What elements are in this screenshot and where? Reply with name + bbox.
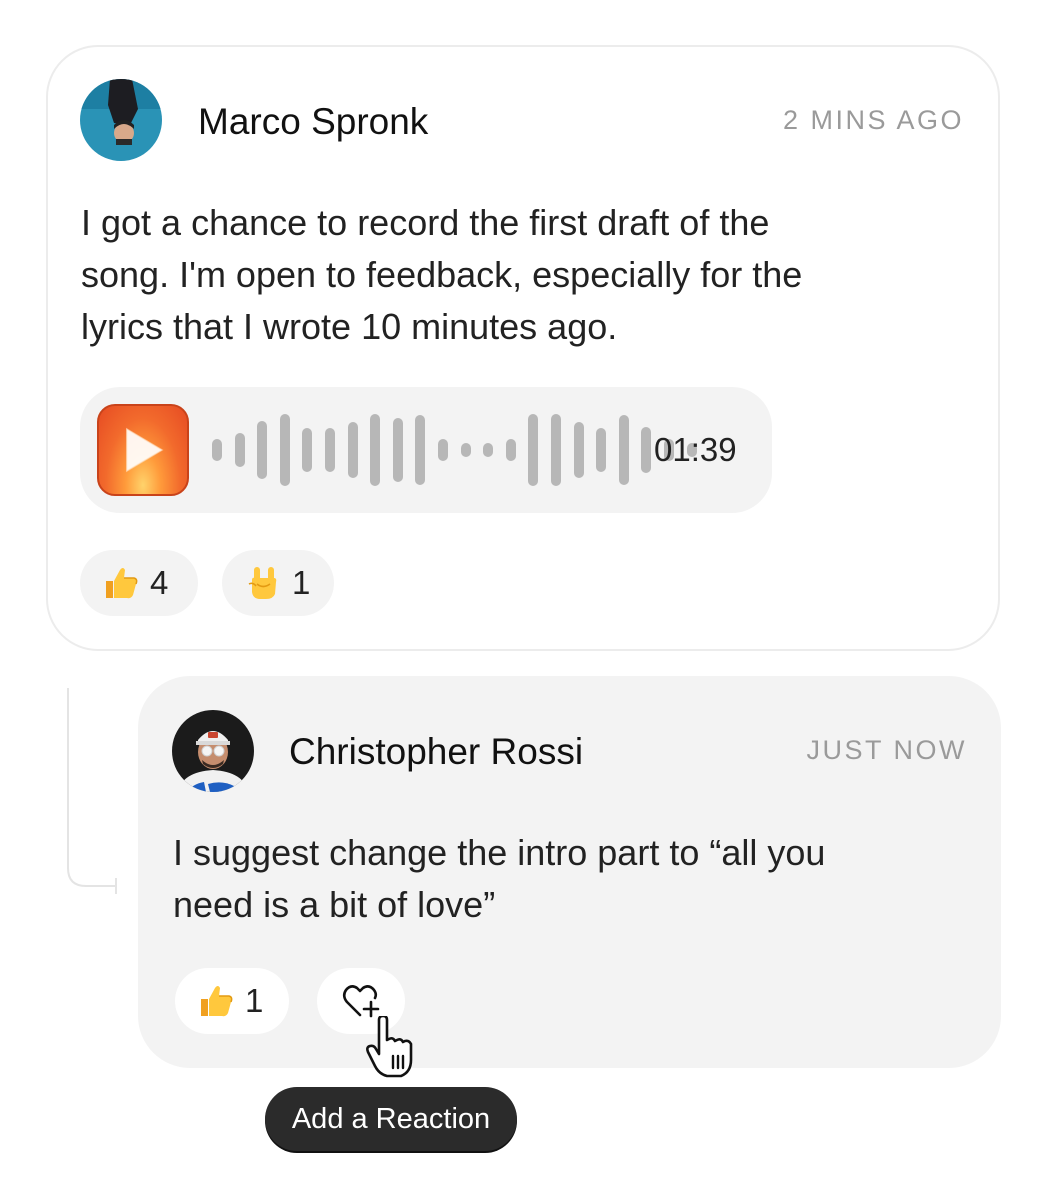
- thread-connector: [67, 688, 117, 894]
- heart-plus-icon: [342, 985, 380, 1018]
- reaction-thumbs-up[interactable]: 4: [80, 550, 198, 616]
- comment-line: lyrics that I wrote 10 minutes ago.: [81, 306, 618, 347]
- reply-body: I suggest change the intro part to “all …: [173, 827, 825, 931]
- waveform-bar: [370, 414, 381, 486]
- waveform-bar: [460, 443, 471, 457]
- reaction-count: 4: [150, 564, 169, 601]
- reaction-count: 1: [245, 982, 264, 1019]
- audio-duration: 01:39: [654, 431, 737, 468]
- comment-body: I got a chance to record the first draft…: [81, 197, 802, 353]
- comment-timestamp: 2 MINS AGO: [782, 105, 964, 135]
- comment-author[interactable]: Marco Spronk: [198, 100, 428, 144]
- waveform-bar: [573, 422, 584, 478]
- waveform-bar: [528, 414, 539, 486]
- thumbs-up-icon: [106, 568, 138, 599]
- play-button[interactable]: [97, 404, 189, 496]
- waveform-bar: [551, 414, 561, 486]
- avatar-christopher[interactable]: [172, 710, 254, 792]
- hand-pointer-cursor-icon: [366, 1016, 413, 1078]
- waveform-bar: [302, 428, 313, 472]
- reply-reaction-thumbs-up[interactable]: 1: [175, 968, 289, 1034]
- reply-author[interactable]: Christopher Rossi: [289, 730, 583, 774]
- reply-line: I suggest change the intro part to “all …: [173, 832, 826, 873]
- reply-line: need is a bit of love”: [173, 884, 496, 925]
- reply-timestamp: JUST NOW: [806, 735, 967, 765]
- waveform-bar: [415, 415, 426, 485]
- thumbs-up-icon: [201, 986, 233, 1017]
- waveform-bar: [618, 415, 629, 485]
- audio-waveform[interactable]: [212, 387, 697, 513]
- reaction-count: 1: [292, 564, 311, 601]
- waveform-bar: [483, 443, 494, 457]
- waveform-bar: [641, 427, 652, 473]
- rock-on-icon: [248, 567, 277, 599]
- comment-line: I got a chance to record the first draft…: [81, 202, 770, 243]
- waveform-bar: [505, 439, 516, 461]
- waveform-bar: [392, 418, 403, 482]
- waveform-bar: [438, 439, 448, 461]
- avatar-image: [172, 710, 254, 792]
- avatar-image: [80, 79, 162, 161]
- avatar-marco[interactable]: [80, 79, 162, 161]
- waveform-bar: [257, 421, 268, 479]
- waveform-bar: [212, 439, 222, 461]
- waveform-bar: [234, 433, 245, 467]
- add-reaction-tooltip: Add a Reaction: [265, 1087, 517, 1151]
- comment-line: song. I'm open to feedback, especially f…: [81, 254, 803, 295]
- audio-message-player: 01:39: [80, 387, 772, 513]
- waveform-bar: [347, 422, 358, 478]
- reply-card: Christopher Rossi JUST NOW I suggest cha…: [138, 676, 1001, 1068]
- waveform-bar: [279, 414, 290, 486]
- comment-thread: Marco Spronk 2 MINS AGO I got a chance t…: [0, 0, 1044, 1192]
- reaction-rock-on[interactable]: 1: [222, 550, 334, 616]
- play-icon: [126, 427, 164, 473]
- waveform-bar: [596, 428, 607, 472]
- waveform-bar: [325, 428, 335, 472]
